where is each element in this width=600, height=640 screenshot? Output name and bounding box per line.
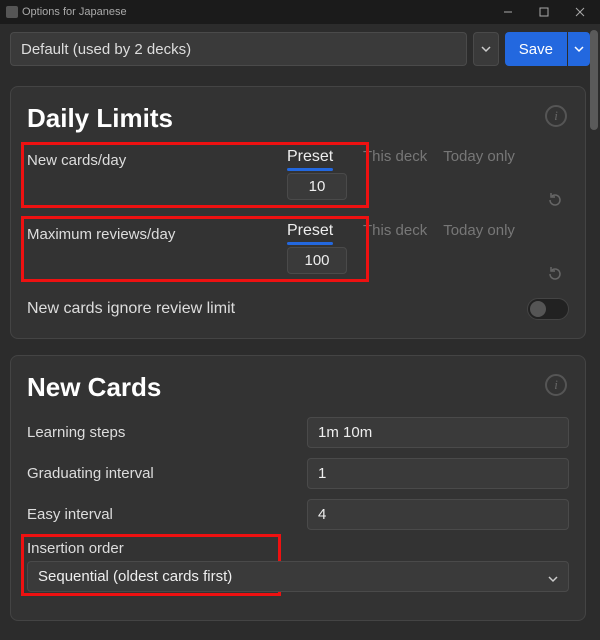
insertion-order-label: Insertion order xyxy=(27,540,569,557)
new-cards-label: New cards/day xyxy=(27,148,287,169)
graduating-interval-label: Graduating interval xyxy=(27,465,307,482)
new-cards-input[interactable] xyxy=(287,173,347,200)
minimize-button[interactable] xyxy=(490,0,526,24)
info-icon[interactable]: i xyxy=(545,105,567,127)
app-icon xyxy=(6,6,18,18)
easy-interval-input[interactable] xyxy=(307,499,569,530)
info-icon[interactable]: i xyxy=(545,374,567,396)
tab-today-only[interactable]: Today only xyxy=(443,222,515,241)
tab-this-deck[interactable]: This deck xyxy=(363,222,427,241)
preset-dropdown-caret[interactable] xyxy=(473,32,499,66)
reset-icon[interactable] xyxy=(547,192,569,208)
tab-this-deck[interactable]: This deck xyxy=(363,148,427,167)
preset-row: Default (used by 2 decks) Save xyxy=(0,24,600,74)
max-reviews-label: Maximum reviews/day xyxy=(27,222,287,243)
learning-steps-input[interactable] xyxy=(307,417,569,448)
max-reviews-input[interactable] xyxy=(287,247,347,274)
save-dropdown-button[interactable] xyxy=(568,32,590,66)
daily-limits-panel: i Daily Limits New cards/day Preset This… xyxy=(10,86,586,339)
ignore-review-limit-label: New cards ignore review limit xyxy=(27,300,235,318)
window-title: Options for Japanese xyxy=(22,6,127,18)
easy-interval-label: Easy interval xyxy=(27,506,307,523)
maximize-button[interactable] xyxy=(526,0,562,24)
preset-select-label: Default (used by 2 decks) xyxy=(21,41,191,58)
new-cards-heading: New Cards xyxy=(27,372,569,403)
daily-limits-heading: Daily Limits xyxy=(27,103,569,134)
chevron-down-icon xyxy=(548,574,558,584)
tab-today-only[interactable]: Today only xyxy=(443,148,515,167)
tab-preset[interactable]: Preset xyxy=(287,222,333,247)
graduating-interval-input[interactable] xyxy=(307,458,569,489)
insertion-order-select[interactable]: Sequential (oldest cards first) xyxy=(27,561,569,592)
titlebar: Options for Japanese xyxy=(0,0,600,24)
tab-preset[interactable]: Preset xyxy=(287,148,333,173)
reset-icon[interactable] xyxy=(547,266,569,282)
ignore-review-limit-toggle[interactable] xyxy=(527,298,569,320)
save-button[interactable]: Save xyxy=(505,32,567,66)
new-cards-panel: i New Cards Learning steps Graduating in… xyxy=(10,355,586,621)
scroll-area: i Daily Limits New cards/day Preset This… xyxy=(0,70,600,640)
close-button[interactable] xyxy=(562,0,598,24)
preset-select[interactable]: Default (used by 2 decks) xyxy=(10,32,467,66)
learning-steps-label: Learning steps xyxy=(27,424,307,441)
